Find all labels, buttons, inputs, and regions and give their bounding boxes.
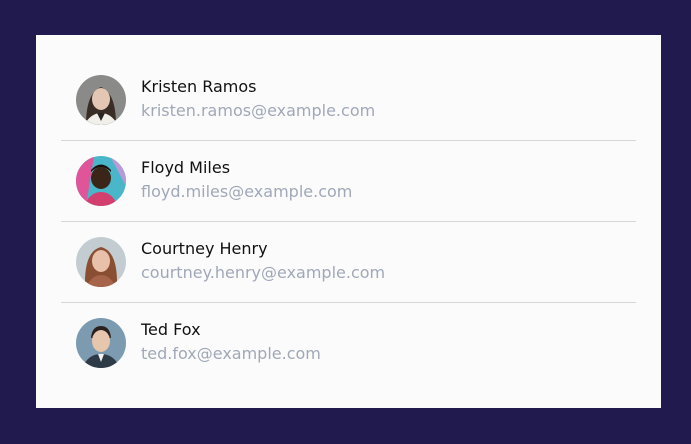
contact-name: Floyd Miles <box>141 158 231 177</box>
contact-card: Kristen Ramos kristen.ramos@example.com … <box>36 35 661 408</box>
contact-item[interactable]: Courtney Henry courtney.henry@example.co… <box>61 222 636 303</box>
contact-email: courtney.henry@example.com <box>141 263 386 282</box>
contact-item[interactable]: Floyd Miles floyd.miles@example.com <box>61 141 636 222</box>
avatar <box>76 237 126 287</box>
avatar <box>76 156 126 206</box>
avatar <box>76 318 126 368</box>
contact-name: Courtney Henry <box>141 239 268 258</box>
contact-name: Ted Fox <box>141 320 201 339</box>
avatar-photo-icon <box>76 237 126 287</box>
contact-item[interactable]: Ted Fox ted.fox@example.com <box>61 303 636 383</box>
avatar <box>76 75 126 125</box>
contact-email: kristen.ramos@example.com <box>141 101 376 120</box>
avatar-photo-icon <box>76 75 126 125</box>
contact-email: floyd.miles@example.com <box>141 182 353 201</box>
avatar-photo-icon <box>76 318 126 368</box>
contact-email: ted.fox@example.com <box>141 344 321 363</box>
contact-item[interactable]: Kristen Ramos kristen.ramos@example.com <box>61 60 636 141</box>
avatar-photo-icon <box>76 156 126 206</box>
contact-name: Kristen Ramos <box>141 77 257 96</box>
contact-list: Kristen Ramos kristen.ramos@example.com … <box>61 60 636 383</box>
